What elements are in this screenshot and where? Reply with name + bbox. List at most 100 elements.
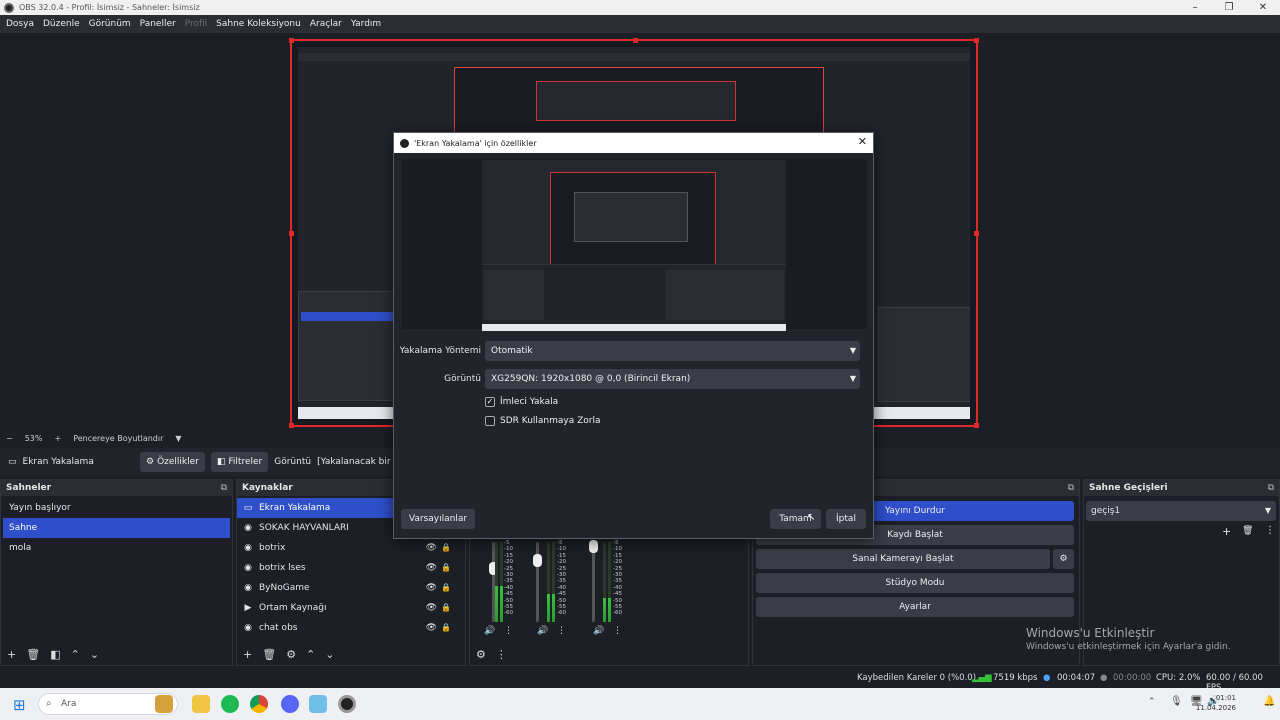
add-scene-button[interactable]: + bbox=[7, 648, 16, 661]
resize-handle[interactable] bbox=[974, 423, 979, 428]
maximize-button[interactable]: ❐ bbox=[1212, 0, 1246, 15]
defaults-button[interactable]: Varsayılanlar bbox=[401, 509, 475, 529]
notifications-icon[interactable]: 🔔 bbox=[1263, 696, 1275, 707]
lock-icon[interactable]: 🔒 bbox=[441, 578, 451, 598]
dock-undock-icon[interactable]: ⧉ bbox=[1068, 480, 1074, 496]
force-sdr-checkbox[interactable] bbox=[485, 416, 495, 426]
volume-knob[interactable] bbox=[533, 554, 542, 567]
discord-icon[interactable] bbox=[281, 695, 299, 713]
resize-handle[interactable] bbox=[974, 38, 979, 43]
resize-handle[interactable] bbox=[289, 423, 294, 428]
source-item[interactable]: ◉ chat obs 👁 🔒 bbox=[237, 618, 463, 638]
source-item[interactable]: ◉ botrix 👁 🔒 bbox=[237, 538, 463, 558]
zoom-out-button[interactable]: − bbox=[6, 434, 13, 443]
browser-icon: ◉ bbox=[244, 623, 252, 633]
menu-view[interactable]: Görünüm bbox=[89, 19, 131, 29]
settings-button[interactable]: Ayarlar bbox=[756, 597, 1074, 617]
resize-handle[interactable] bbox=[633, 38, 638, 43]
menu-edit[interactable]: Düzenle bbox=[43, 19, 80, 29]
display-select[interactable]: XG259QN: 1920x1080 @ 0,0 (Birincil Ekran… bbox=[485, 369, 860, 389]
channel-menu-icon[interactable]: ⋮ bbox=[613, 626, 622, 636]
eye-icon[interactable]: 👁 bbox=[426, 618, 437, 638]
menu-docks[interactable]: Paneller bbox=[140, 19, 176, 29]
move-down-button[interactable]: ⌄ bbox=[90, 648, 99, 661]
properties-button[interactable]: ⚙ Özellikler bbox=[140, 452, 205, 472]
channel-menu-icon[interactable]: ⋮ bbox=[557, 626, 566, 636]
capture-cursor-option[interactable]: ✓ İmleci Yakala bbox=[485, 397, 558, 407]
gear-icon: ⚙ bbox=[146, 457, 155, 467]
move-down-button[interactable]: ⌄ bbox=[325, 648, 334, 661]
close-button[interactable]: ✕ bbox=[1246, 0, 1280, 15]
microphone-icon[interactable]: 🎙 bbox=[1170, 696, 1183, 707]
minimize-button[interactable]: – bbox=[1178, 0, 1212, 15]
chrome-icon[interactable] bbox=[250, 695, 268, 713]
filters-button[interactable]: ◧ Filtreler bbox=[210, 452, 269, 472]
file-explorer-icon[interactable] bbox=[192, 695, 210, 713]
scene-filters-button[interactable]: ◧ bbox=[50, 648, 60, 661]
menu-profile[interactable]: Profil bbox=[185, 19, 207, 29]
display-label: Görüntü bbox=[274, 457, 312, 467]
transition-select[interactable]: geçiş1 ▼ bbox=[1086, 501, 1276, 521]
scale-dropdown-icon[interactable]: ▼ bbox=[175, 434, 181, 443]
dock-undock-icon[interactable]: ⧉ bbox=[221, 480, 227, 496]
app-icon[interactable] bbox=[309, 695, 327, 713]
lock-icon[interactable]: 🔒 bbox=[441, 618, 451, 638]
speaker-icon[interactable]: 🔊 bbox=[537, 626, 548, 636]
source-item[interactable]: ◉ ByNoGame 👁 🔒 bbox=[237, 578, 463, 598]
news-widget-icon[interactable] bbox=[155, 695, 173, 713]
menu-scene-collection[interactable]: Sahne Koleksiyonu bbox=[216, 19, 301, 29]
remove-scene-button[interactable]: 🗑 bbox=[26, 648, 40, 661]
advanced-audio-icon[interactable]: ⚙ bbox=[476, 648, 486, 661]
scene-item[interactable]: Yayın başlıyor bbox=[3, 498, 230, 518]
scene-item[interactable]: mola bbox=[3, 538, 230, 558]
speaker-icon[interactable]: 🔊 bbox=[593, 626, 604, 636]
eye-icon[interactable]: 👁 bbox=[426, 598, 437, 618]
remove-transition-button[interactable]: 🗑 bbox=[1242, 526, 1253, 536]
add-transition-button[interactable]: + bbox=[1222, 525, 1231, 538]
start-virtualcam-button[interactable]: Sanal Kamerayı Başlat bbox=[756, 549, 1050, 569]
speaker-icon[interactable]: 🔊 bbox=[484, 626, 495, 636]
cancel-button[interactable]: İptal bbox=[826, 509, 866, 529]
spotify-icon[interactable] bbox=[221, 695, 239, 713]
source-item[interactable]: ▶ Ortam Kaynağı 👁 🔒 bbox=[237, 598, 463, 618]
studio-mode-button[interactable]: Stüdyo Modu bbox=[756, 573, 1074, 593]
source-properties-button[interactable]: ⚙ bbox=[286, 648, 296, 661]
resize-handle[interactable] bbox=[974, 231, 979, 236]
menu-file[interactable]: Dosya bbox=[6, 19, 34, 29]
lock-icon[interactable]: 🔒 bbox=[441, 598, 451, 618]
source-item[interactable]: ◉ botrix lses 👁 🔒 bbox=[237, 558, 463, 578]
volume-slider[interactable] bbox=[589, 540, 598, 622]
dock-undock-icon[interactable]: ⧉ bbox=[1268, 480, 1274, 496]
eye-icon[interactable]: 👁 bbox=[426, 538, 437, 558]
resize-handle[interactable] bbox=[289, 231, 294, 236]
tray-chevron-icon[interactable]: ⌃ bbox=[1148, 697, 1156, 707]
move-up-button[interactable]: ⌃ bbox=[71, 648, 80, 661]
volume-knob[interactable] bbox=[589, 540, 598, 553]
remove-source-button[interactable]: 🗑 bbox=[262, 648, 276, 661]
eye-icon[interactable]: 👁 bbox=[426, 578, 437, 598]
channel-menu-icon[interactable]: ⋮ bbox=[504, 626, 513, 636]
windows-start-icon[interactable]: ⊞ bbox=[13, 696, 26, 714]
volume-slider[interactable] bbox=[533, 542, 542, 622]
menu-tools[interactable]: Araçlar bbox=[310, 19, 342, 29]
mixer-menu-icon[interactable]: ⋮ bbox=[496, 648, 507, 661]
eye-icon[interactable]: 👁 bbox=[426, 558, 437, 578]
menu-help[interactable]: Yardım bbox=[351, 19, 381, 29]
capture-cursor-checkbox[interactable]: ✓ bbox=[485, 397, 495, 407]
transition-menu-icon[interactable]: ⋮ bbox=[1265, 525, 1275, 536]
move-up-button[interactable]: ⌃ bbox=[306, 648, 315, 661]
zoom-in-button[interactable]: + bbox=[54, 434, 61, 443]
scene-item-selected[interactable]: Sahne bbox=[3, 518, 230, 538]
capture-method-select[interactable]: Otomatik ▼ bbox=[485, 341, 860, 361]
taskbar-clock[interactable]: 01:01 11.04.2026 bbox=[1196, 693, 1236, 713]
force-sdr-option[interactable]: SDR Kullanmaya Zorla bbox=[485, 416, 601, 426]
obs-taskbar-icon[interactable] bbox=[338, 695, 356, 713]
lock-icon[interactable]: 🔒 bbox=[441, 538, 451, 558]
display-select[interactable]: [Yakalanacak bir bbox=[317, 457, 391, 467]
scale-mode[interactable]: Pencereye Boyutlandır bbox=[73, 434, 163, 443]
virtualcam-settings-button[interactable]: ⚙ bbox=[1053, 549, 1074, 569]
add-source-button[interactable]: + bbox=[243, 648, 252, 661]
dialog-close-button[interactable]: ✕ bbox=[858, 135, 867, 148]
resize-handle[interactable] bbox=[289, 38, 294, 43]
lock-icon[interactable]: 🔒 bbox=[441, 558, 451, 578]
